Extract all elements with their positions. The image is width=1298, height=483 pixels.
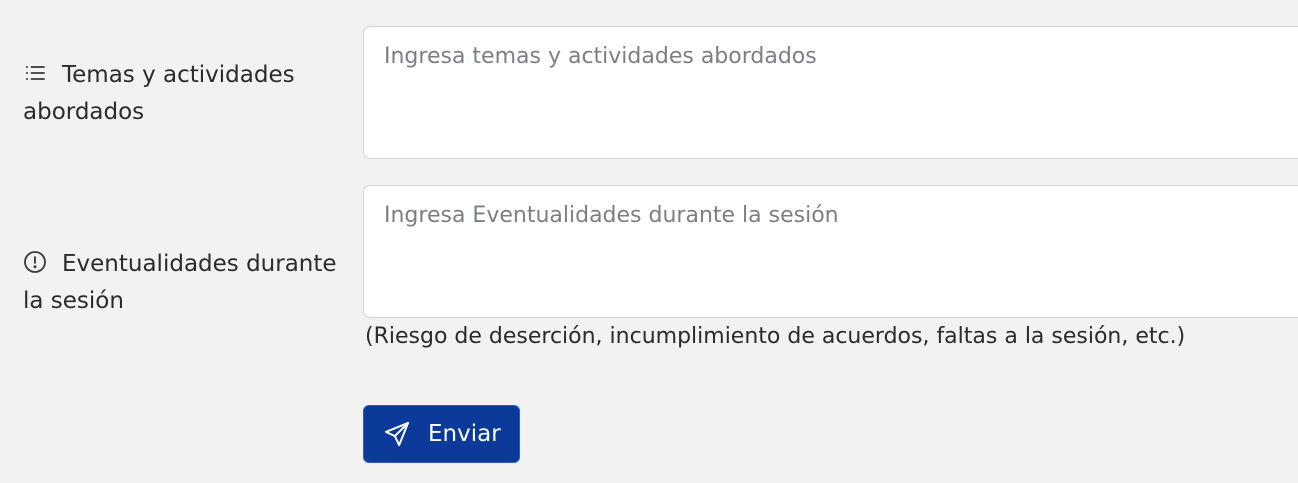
eventualidades-label-text: Eventualidades durante la sesión: [23, 251, 337, 314]
exclamation-circle-icon: [23, 250, 47, 274]
list-icon: [23, 61, 47, 85]
enviar-button[interactable]: Enviar: [363, 405, 520, 463]
enviar-button-label: Enviar: [428, 421, 501, 447]
eventualidades-textarea[interactable]: [363, 185, 1298, 318]
temas-textarea[interactable]: [363, 26, 1298, 159]
eventualidades-label: Eventualidades durante la sesión: [23, 246, 343, 320]
send-icon: [383, 420, 411, 448]
eventualidades-hint: (Riesgo de deserción, incumplimiento de …: [365, 324, 1186, 349]
temas-label-text: Temas y actividades abordados: [23, 62, 295, 125]
temas-label: Temas y actividades abordados: [23, 57, 343, 131]
